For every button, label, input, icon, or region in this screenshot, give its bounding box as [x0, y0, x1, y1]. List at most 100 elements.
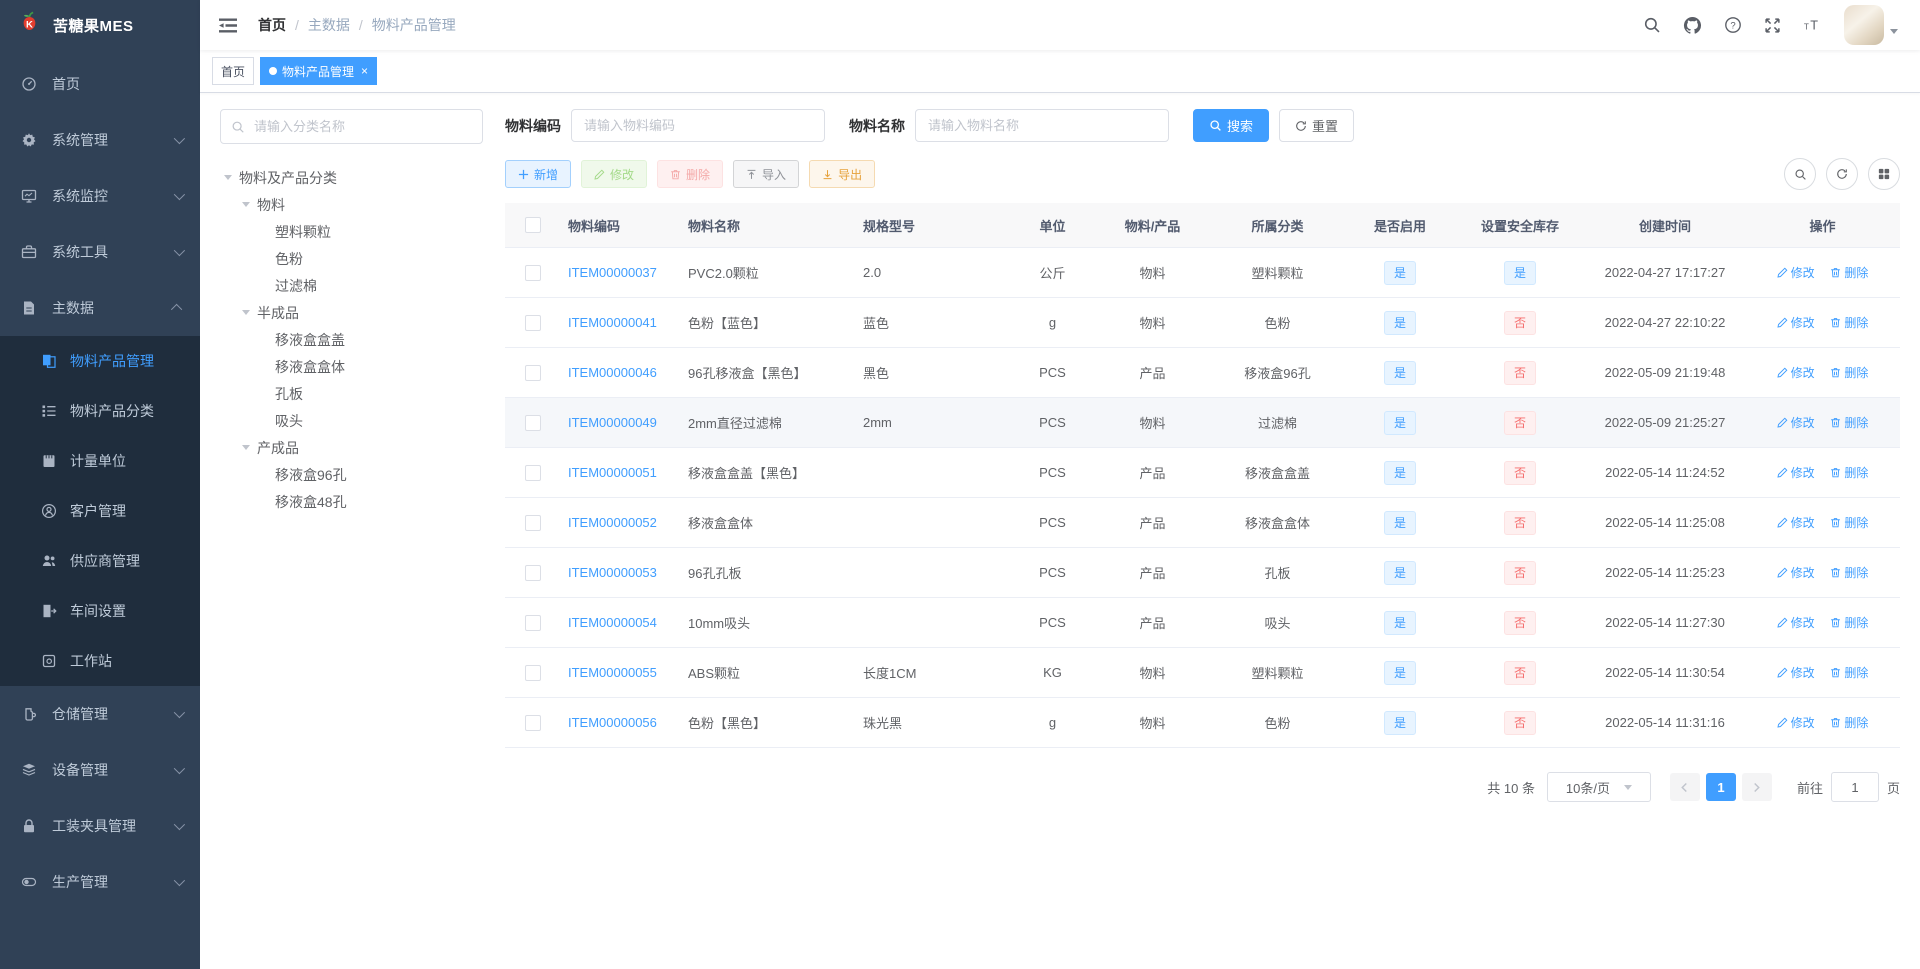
tree-node[interactable]: 产成品 [220, 434, 483, 461]
breadcrumb-item[interactable]: 首页 [258, 15, 286, 35]
row-checkbox[interactable] [524, 364, 541, 381]
sidebar-item-system-management[interactable]: 系统管理 [0, 112, 200, 168]
sidebar-item-home[interactable]: 首页 [0, 56, 200, 112]
item-code-link[interactable]: ITEM00000037 [568, 265, 657, 280]
sidebar-item-fixture-management[interactable]: 工装夹具管理 [0, 798, 200, 854]
toggle-search-button[interactable] [1784, 158, 1816, 190]
fullscreen-icon[interactable] [1753, 0, 1792, 50]
tree-node[interactable]: 孔板 [220, 380, 483, 407]
row-delete-button[interactable]: 删除 [1830, 714, 1868, 731]
next-page-button[interactable] [1741, 773, 1772, 801]
row-edit-button[interactable]: 修改 [1777, 464, 1815, 481]
add-button[interactable]: 新增 [505, 160, 572, 188]
row-checkbox[interactable] [524, 314, 541, 331]
row-edit-button[interactable]: 修改 [1777, 314, 1815, 331]
refresh-button[interactable] [1826, 158, 1858, 190]
user-avatar[interactable] [1844, 5, 1884, 45]
sidebar-item-workshop-settings[interactable]: 车间设置 [0, 586, 200, 636]
row-delete-button[interactable]: 删除 [1830, 264, 1868, 281]
row-edit-button[interactable]: 修改 [1777, 714, 1815, 731]
sidebar-item-system-tools[interactable]: 系统工具 [0, 224, 200, 280]
caret-down-icon[interactable] [242, 202, 250, 207]
reset-button[interactable]: 重置 [1279, 109, 1355, 142]
item-code-link[interactable]: ITEM00000041 [568, 315, 657, 330]
filter-input-material-code[interactable] [571, 109, 825, 142]
sidebar-item-measurement-unit[interactable]: 计量单位 [0, 436, 200, 486]
row-delete-button[interactable]: 删除 [1830, 314, 1868, 331]
row-delete-button[interactable]: 删除 [1830, 364, 1868, 381]
item-code-link[interactable]: ITEM00000056 [568, 715, 657, 730]
help-icon[interactable]: ? [1713, 0, 1753, 50]
page-number-button[interactable]: 1 [1705, 773, 1736, 801]
search-icon[interactable] [1632, 0, 1672, 50]
import-button[interactable]: 导入 [733, 160, 800, 188]
row-checkbox[interactable] [524, 264, 541, 281]
prev-page-button[interactable] [1669, 773, 1700, 801]
goto-page-input[interactable] [1830, 772, 1879, 802]
row-delete-button[interactable]: 删除 [1830, 664, 1868, 681]
row-checkbox[interactable] [524, 664, 541, 681]
row-edit-button[interactable]: 修改 [1777, 564, 1815, 581]
caret-down-icon[interactable] [242, 445, 250, 450]
tree-node[interactable]: 移液盒96孔 [220, 461, 483, 488]
sidebar-item-master-data[interactable]: 主数据 [0, 280, 200, 336]
row-edit-button[interactable]: 修改 [1777, 514, 1815, 531]
row-delete-button[interactable]: 删除 [1830, 464, 1868, 481]
edit-button[interactable]: 修改 [581, 160, 648, 188]
item-code-link[interactable]: ITEM00000046 [568, 365, 657, 380]
row-delete-button[interactable]: 删除 [1830, 614, 1868, 631]
logo-row[interactable]: K 苦糖果MES [0, 0, 200, 50]
row-delete-button[interactable]: 删除 [1830, 514, 1868, 531]
tree-node[interactable]: 物料 [220, 191, 483, 218]
columns-button[interactable] [1868, 158, 1900, 190]
tree-node[interactable]: 移液盒48孔 [220, 488, 483, 515]
page-size-select[interactable]: 10条/页 [1546, 772, 1651, 802]
tree-node[interactable]: 吸头 [220, 407, 483, 434]
tab-active[interactable]: 物料产品管理 × [260, 57, 378, 85]
row-delete-button[interactable]: 删除 [1830, 564, 1868, 581]
row-edit-button[interactable]: 修改 [1777, 414, 1815, 431]
sidebar-item-material-product-management[interactable]: 物料产品管理 [0, 336, 200, 386]
caret-down-icon[interactable] [242, 310, 250, 315]
row-checkbox[interactable] [524, 564, 541, 581]
row-checkbox[interactable] [524, 414, 541, 431]
tree-node[interactable]: 色粉 [220, 245, 483, 272]
delete-button[interactable]: 删除 [657, 160, 724, 188]
row-checkbox[interactable] [524, 714, 541, 731]
row-edit-button[interactable]: 修改 [1777, 614, 1815, 631]
item-code-link[interactable]: ITEM00000052 [568, 515, 657, 530]
tree-node[interactable]: 过滤棉 [220, 272, 483, 299]
item-code-link[interactable]: ITEM00000049 [568, 415, 657, 430]
row-delete-button[interactable]: 删除 [1830, 414, 1868, 431]
sidebar-item-production-management[interactable]: 生产管理 [0, 854, 200, 910]
tree-node[interactable]: 塑料颗粒 [220, 218, 483, 245]
item-code-link[interactable]: ITEM00000051 [568, 465, 657, 480]
caret-down-icon[interactable] [224, 175, 232, 180]
row-checkbox[interactable] [524, 614, 541, 631]
item-code-link[interactable]: ITEM00000054 [568, 615, 657, 630]
category-search-input[interactable] [252, 118, 472, 135]
close-icon[interactable]: × [361, 65, 368, 77]
row-checkbox[interactable] [524, 514, 541, 531]
sidebar-item-supplier-management[interactable]: 供应商管理 [0, 536, 200, 586]
tree-node[interactable]: 半成品 [220, 299, 483, 326]
select-all-checkbox[interactable] [524, 217, 541, 234]
row-checkbox[interactable] [524, 464, 541, 481]
filter-input-material-name[interactable] [915, 109, 1169, 142]
hamburger-icon[interactable] [214, 13, 242, 38]
sidebar-item-workstation[interactable]: 工作站 [0, 636, 200, 686]
sidebar-item-customer-management[interactable]: 客户管理 [0, 486, 200, 536]
font-size-icon[interactable]: TT [1792, 0, 1834, 50]
row-edit-button[interactable]: 修改 [1777, 664, 1815, 681]
item-code-link[interactable]: ITEM00000053 [568, 565, 657, 580]
sidebar-item-equipment-management[interactable]: 设备管理 [0, 742, 200, 798]
row-edit-button[interactable]: 修改 [1777, 364, 1815, 381]
user-menu-caret-icon[interactable] [1890, 28, 1898, 38]
tree-node[interactable]: 移液盒盒体 [220, 353, 483, 380]
tree-node[interactable]: 移液盒盒盖 [220, 326, 483, 353]
sidebar-item-system-monitor[interactable]: 系统监控 [0, 168, 200, 224]
search-button[interactable]: 搜索 [1193, 109, 1270, 142]
github-icon[interactable] [1672, 0, 1713, 50]
tree-node[interactable]: 物料及产品分类 [220, 164, 483, 191]
sidebar-item-warehouse-management[interactable]: 仓储管理 [0, 686, 200, 742]
